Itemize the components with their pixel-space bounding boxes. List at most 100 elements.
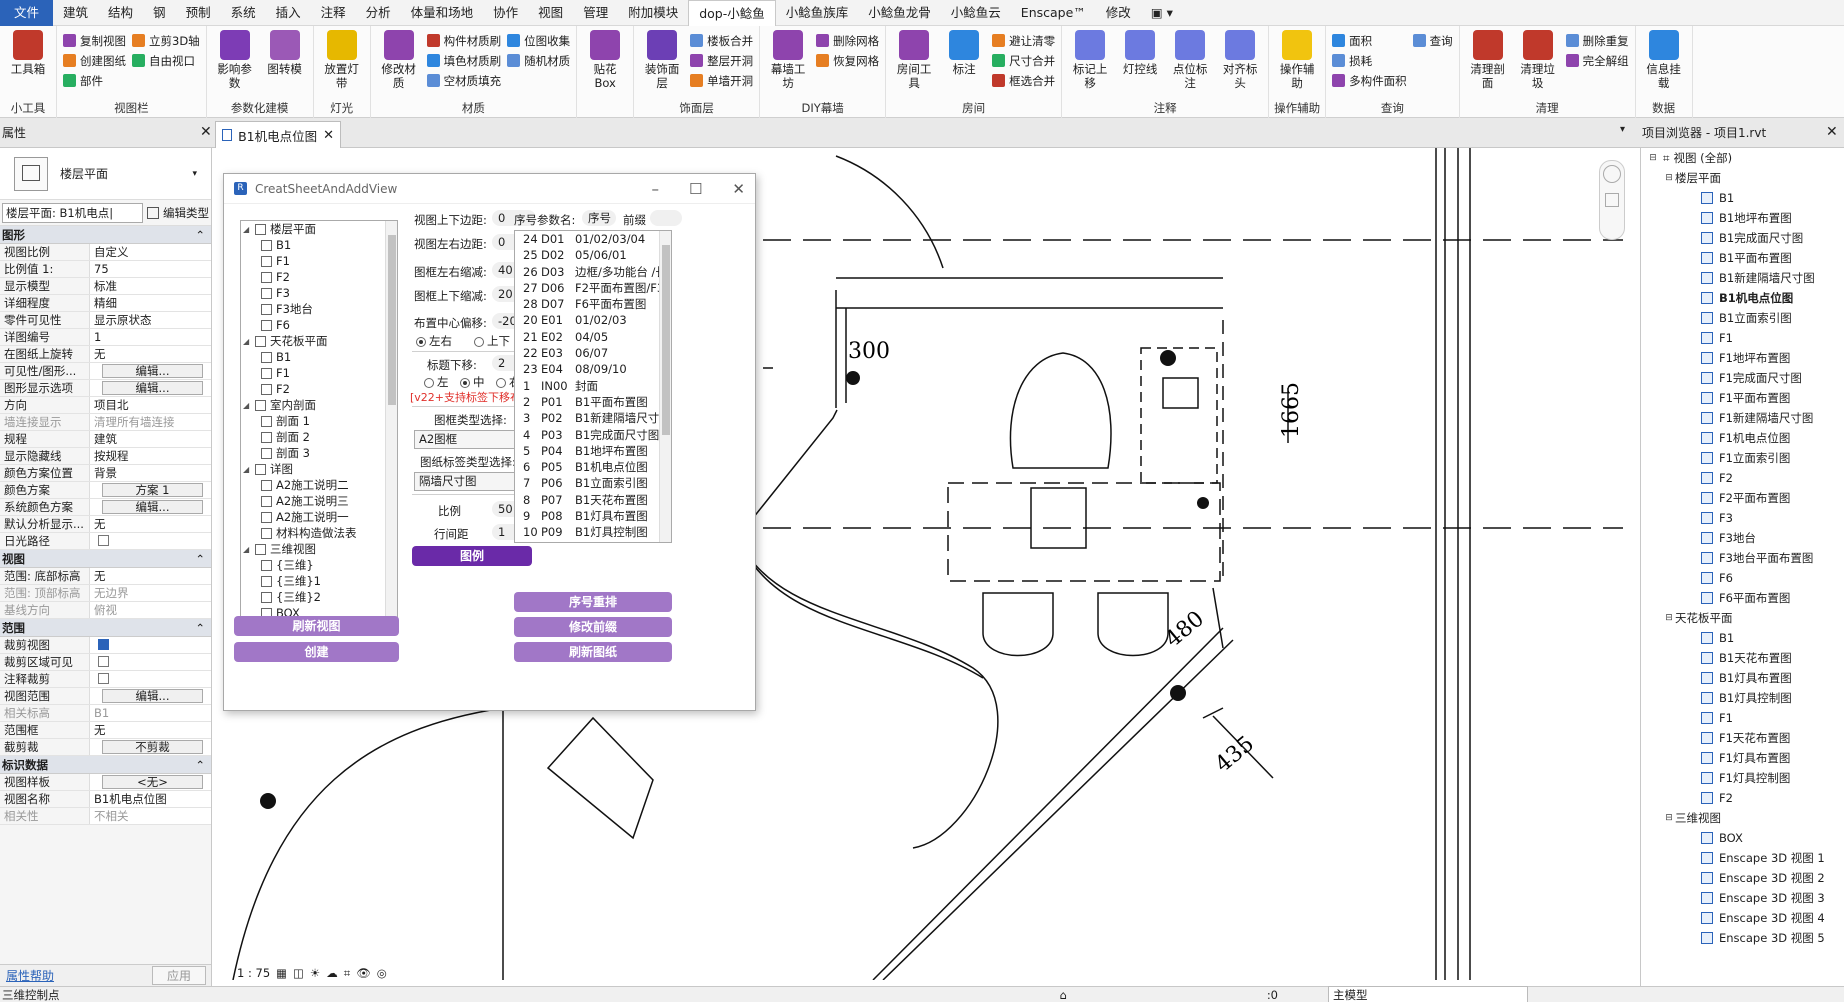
property-value[interactable]: 清理所有墙连接 bbox=[90, 414, 211, 430]
tree-checkbox[interactable] bbox=[261, 319, 272, 331]
tree-node[interactable]: A2施工说明三 bbox=[241, 493, 397, 509]
property-value[interactable]: 精细 bbox=[90, 295, 211, 311]
sheet-list-item[interactable]: 24 D01 01/02/03/04 bbox=[515, 231, 671, 247]
menu-item[interactable]: 建筑 bbox=[53, 0, 98, 26]
browser-node[interactable]: B1 bbox=[1641, 628, 1844, 648]
property-value[interactable]: 方案 1 bbox=[90, 482, 211, 498]
browser-node[interactable]: F1天花布置图 bbox=[1641, 728, 1844, 748]
tree-checkbox[interactable] bbox=[261, 559, 272, 571]
refresh-sheet-button[interactable]: 刷新图纸 bbox=[514, 642, 672, 662]
menu-item[interactable]: 小鲶鱼龙骨 bbox=[858, 0, 941, 26]
list-scrollbar[interactable] bbox=[659, 231, 671, 542]
browser-node[interactable]: F3 bbox=[1641, 508, 1844, 528]
ribbon-small-button[interactable]: 空材质填充 bbox=[426, 72, 501, 89]
property-edit-button[interactable]: 方案 1 bbox=[102, 483, 203, 497]
ribbon-small-button[interactable]: 随机材质 bbox=[507, 52, 570, 69]
property-value[interactable]: 1 bbox=[90, 329, 211, 345]
sheet-list-item[interactable]: 26 D03 边框/多功能台 /长椅 bbox=[515, 264, 671, 280]
tree-checkbox[interactable] bbox=[255, 463, 266, 475]
browser-node[interactable]: Enscape 3D 视图 3 bbox=[1641, 888, 1844, 908]
ribbon-small-button[interactable]: 构件材质刷 bbox=[426, 32, 501, 49]
tree-checkbox[interactable] bbox=[255, 543, 266, 555]
property-value[interactable]: 不相关 bbox=[90, 808, 211, 824]
menu-item[interactable]: Enscape™ bbox=[1011, 0, 1096, 26]
close-icon[interactable]: ✕ bbox=[1826, 124, 1838, 140]
layout-tb-radio[interactable]: 上下 bbox=[474, 333, 510, 349]
browser-node[interactable]: Enscape 3D 视图 2 bbox=[1641, 868, 1844, 888]
menu-item[interactable]: 修改 bbox=[1096, 0, 1141, 26]
browser-node[interactable]: F1机电点位图 bbox=[1641, 428, 1844, 448]
detail-level-icon[interactable]: ▦ bbox=[276, 966, 287, 980]
browser-node[interactable]: B1立面索引图 bbox=[1641, 308, 1844, 328]
sheet-list-item[interactable]: 2 P01 B1平面布置图 bbox=[515, 394, 671, 410]
property-edit-button[interactable]: 编辑... bbox=[102, 364, 203, 378]
expand-icon[interactable]: ◢ bbox=[243, 337, 255, 346]
property-value[interactable]: 建筑 bbox=[90, 431, 211, 447]
sheet-list-item[interactable]: 27D06 F2平面布置图/F3地台 bbox=[515, 280, 671, 296]
ribbon-small-button[interactable]: 框选合并 bbox=[992, 72, 1055, 89]
minimize-icon[interactable]: – bbox=[651, 180, 659, 198]
tree-node[interactable]: 剖面 2 bbox=[241, 429, 397, 445]
property-value[interactable]: 按规程 bbox=[90, 448, 211, 464]
menu-item[interactable]: dop-小鲶鱼 bbox=[688, 0, 776, 26]
browser-node[interactable]: F6平面布置图 bbox=[1641, 588, 1844, 608]
tab-b1-electrical[interactable]: B1机电点位图 ✕ bbox=[215, 121, 341, 148]
property-value[interactable]: 显示原状态 bbox=[90, 312, 211, 328]
property-checkbox[interactable] bbox=[98, 535, 109, 546]
tree-checkbox[interactable] bbox=[261, 271, 272, 283]
type-selector[interactable]: 楼层平面 ▾ bbox=[0, 148, 211, 200]
property-value[interactable]: 无 bbox=[90, 516, 211, 532]
sheet-list-item[interactable]: 21 E02 04/05 bbox=[515, 329, 671, 345]
prefix-input[interactable] bbox=[650, 210, 682, 226]
browser-node[interactable]: F1平面布置图 bbox=[1641, 388, 1844, 408]
menu-item[interactable]: 文件 bbox=[0, 0, 54, 26]
expand-icon[interactable]: ◢ bbox=[243, 401, 255, 410]
browser-node[interactable]: F3地台 bbox=[1641, 528, 1844, 548]
property-section-header[interactable]: 图形 bbox=[0, 226, 211, 244]
property-value[interactable]: 75 bbox=[90, 261, 211, 277]
ribbon-small-button[interactable]: 创建图纸 bbox=[63, 52, 126, 69]
ribbon-small-button[interactable]: 完全解组 bbox=[1565, 52, 1629, 69]
property-value[interactable]: 编辑... bbox=[90, 363, 211, 379]
menu-item[interactable]: 附加模块 bbox=[618, 0, 688, 26]
property-section-header[interactable]: 标识数据 bbox=[0, 756, 211, 774]
workset-icon[interactable]: ⌂ bbox=[1060, 988, 1067, 1002]
shadows-icon[interactable]: ☁ bbox=[326, 966, 338, 980]
tree-node[interactable]: ◢ 三维视图 bbox=[241, 541, 397, 557]
sheet-list-item[interactable]: 1 IN00 封面 bbox=[515, 378, 671, 394]
collapse-icon[interactable]: ⊟ bbox=[1663, 813, 1675, 823]
view-tree[interactable]: ◢ 楼层平面 B1 F1 F2 F3 F3地台 F6 ◢ 天花板平面 B1 F1 F2 ◢ 室内剖面 剖面 1… bbox=[240, 220, 398, 630]
tree-checkbox[interactable] bbox=[261, 495, 272, 507]
create-button[interactable]: 创建 bbox=[234, 642, 399, 662]
browser-node[interactable]: F1 bbox=[1641, 708, 1844, 728]
align-left-radio[interactable]: 左 bbox=[424, 374, 449, 390]
property-value[interactable]: 标准 bbox=[90, 278, 211, 294]
property-value[interactable] bbox=[90, 533, 211, 549]
browser-node[interactable]: ⊟ 楼层平面 bbox=[1641, 168, 1844, 188]
tree-node[interactable]: F6 bbox=[241, 317, 397, 333]
ribbon-small-button[interactable]: 复制视图 bbox=[63, 32, 126, 49]
menu-item[interactable]: 分析 bbox=[356, 0, 401, 26]
sheet-list-item[interactable]: 8 P07 B1天花布置图 bbox=[515, 492, 671, 508]
property-value[interactable]: B1机电点位图 bbox=[90, 791, 211, 807]
tree-node[interactable]: B1 bbox=[241, 349, 397, 365]
browser-node[interactable]: B1平面布置图 bbox=[1641, 248, 1844, 268]
ribbon-button[interactable]: 贴花Box bbox=[583, 30, 627, 118]
browser-node[interactable]: B1地坪布置图 bbox=[1641, 208, 1844, 228]
menu-item[interactable]: 管理 bbox=[573, 0, 618, 26]
tree-checkbox[interactable] bbox=[261, 239, 272, 251]
menu-item[interactable]: 预制 bbox=[176, 0, 221, 26]
browser-node[interactable]: B1天花布置图 bbox=[1641, 648, 1844, 668]
frame-type-select[interactable]: A2图框 bbox=[414, 428, 530, 449]
properties-help-link[interactable]: 属性帮助 bbox=[6, 967, 54, 984]
collapse-icon[interactable]: ⊟ bbox=[1663, 613, 1675, 623]
sheet-list-item[interactable]: 9 P08 B1灯具布置图 bbox=[515, 508, 671, 524]
menu-item[interactable]: 体量和场地 bbox=[401, 0, 484, 26]
browser-node[interactable]: F2平面布置图 bbox=[1641, 488, 1844, 508]
tree-checkbox[interactable] bbox=[261, 351, 272, 363]
browser-node[interactable]: Enscape 3D 视图 5 bbox=[1641, 928, 1844, 948]
browser-node[interactable]: F6 bbox=[1641, 568, 1844, 588]
property-section-header[interactable]: 视图 bbox=[0, 550, 211, 568]
refresh-view-button[interactable]: 刷新视图 bbox=[234, 616, 399, 636]
property-edit-button[interactable]: 编辑... bbox=[102, 381, 203, 395]
